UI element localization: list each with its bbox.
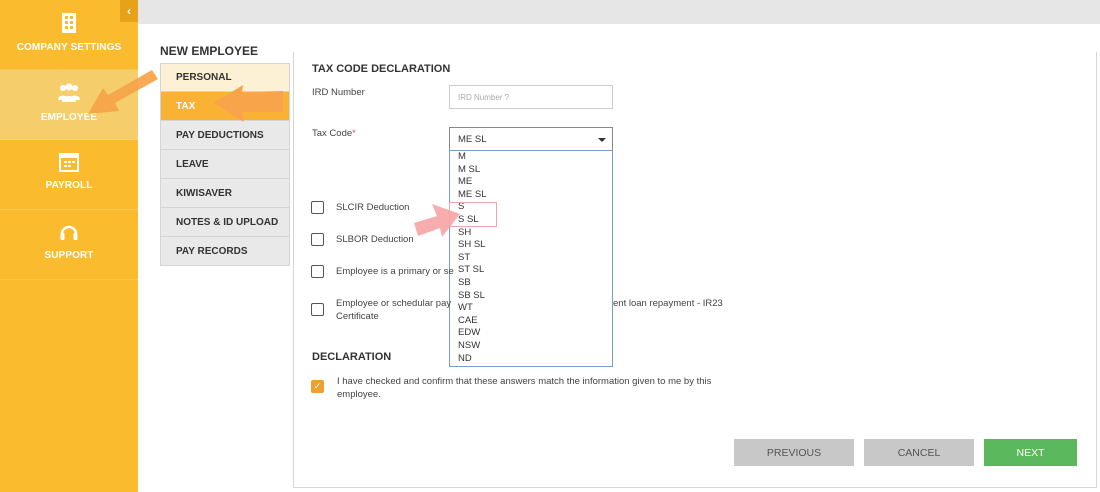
declaration-text-line2: employee. — [337, 389, 381, 400]
ird-number-input[interactable]: IRD Number ? — [449, 85, 613, 109]
sidebar-item-label: EMPLOYEE — [40, 112, 98, 123]
slcir-checkbox[interactable] — [311, 201, 324, 214]
tax-code-selected-value: ME SL — [458, 133, 487, 145]
dropdown-option[interactable]: SB SL — [450, 290, 612, 303]
dropdown-option[interactable]: ST — [450, 252, 612, 265]
slcir-label: SLCIR Deduction — [336, 202, 410, 213]
users-icon — [58, 83, 80, 102]
slbor-label: SLBOR Deduction — [336, 234, 414, 245]
sidebar-item-employee[interactable]: EMPLOYEE — [0, 70, 138, 140]
tab-tax[interactable]: TAX — [160, 92, 290, 121]
dropdown-option[interactable]: ST SL — [450, 264, 612, 277]
tax-code-select[interactable]: ME SL — [449, 127, 613, 151]
headset-icon — [60, 225, 78, 240]
dropdown-option[interactable]: S SL — [450, 214, 612, 227]
tab-kiwisaver[interactable]: KIWISAVER — [160, 179, 290, 208]
schedular-payment-label-line2: Certificate — [336, 311, 379, 322]
check-icon: ✓ — [313, 381, 322, 391]
page-title: NEW EMPLOYEE — [160, 44, 259, 58]
dropdown-option[interactable]: ME SL — [450, 189, 612, 202]
ird-number-placeholder: IRD Number ? — [458, 92, 510, 102]
dropdown-option[interactable]: WT — [450, 302, 612, 315]
dropdown-option[interactable]: EDW — [450, 327, 612, 340]
schedular-payment-label-line1: Employee or schedular pay — [336, 298, 452, 309]
sidebar-collapse-button[interactable]: ‹ — [120, 0, 138, 22]
sidebar-item-label: COMPANY SETTINGS — [16, 42, 122, 53]
next-button[interactable]: NEXT — [984, 439, 1077, 466]
sidebar-item-label: SUPPORT — [44, 250, 94, 261]
dropdown-option[interactable]: NSW — [450, 340, 612, 353]
dropdown-option[interactable]: ME — [450, 176, 612, 189]
primary-employee-label: Employee is a primary or se — [336, 266, 454, 277]
dropdown-option[interactable]: SH — [450, 227, 612, 240]
sidebar-item-support[interactable]: SUPPORT — [0, 210, 138, 280]
sidebar: COMPANY SETTINGS EMPLOYEE PAYROLL SUPPOR… — [0, 0, 138, 492]
sidebar-item-payroll[interactable]: PAYROLL — [0, 140, 138, 210]
sidebar-item-label: PAYROLL — [45, 180, 93, 191]
section-title-tax-code: TAX CODE DECLARATION — [312, 63, 451, 75]
schedular-payment-checkbox[interactable] — [311, 303, 324, 316]
dropdown-option[interactable]: M — [450, 151, 612, 164]
declaration-checkbox[interactable]: ✓ — [311, 380, 324, 393]
calendar-icon — [59, 153, 79, 172]
ird-number-label: IRD Number — [312, 87, 365, 98]
dropdown-option[interactable]: M SL — [450, 164, 612, 177]
cancel-button[interactable]: CANCEL — [864, 439, 974, 466]
tab-notes-id-upload[interactable]: NOTES & ID UPLOAD — [160, 208, 290, 237]
required-marker: * — [352, 128, 356, 139]
tab-pay-records[interactable]: PAY RECORDS — [160, 237, 290, 266]
dropdown-option[interactable]: ND — [450, 353, 612, 366]
previous-button[interactable]: PREVIOUS — [734, 439, 854, 466]
declaration-text-line1: I have checked and confirm that these an… — [337, 376, 712, 387]
section-title-declaration: DECLARATION — [312, 351, 392, 363]
building-icon — [62, 13, 76, 33]
tab-personal[interactable]: PERSONAL — [160, 63, 290, 92]
top-bar — [138, 0, 1100, 24]
sidebar-item-company-settings[interactable]: COMPANY SETTINGS — [0, 0, 138, 70]
tax-code-label: Tax Code* — [312, 128, 356, 139]
dropdown-option[interactable]: S — [450, 201, 612, 214]
primary-employee-checkbox[interactable] — [311, 265, 324, 278]
dropdown-option[interactable]: SB — [450, 277, 612, 290]
tax-code-dropdown: M M SL ME ME SL S S SL SH SH SL ST ST SL… — [449, 150, 613, 367]
tab-leave[interactable]: LEAVE — [160, 150, 290, 179]
schedular-payment-label-tail: ent loan repayment - IR23 — [613, 298, 723, 309]
chevron-left-icon: ‹ — [127, 4, 131, 18]
slbor-checkbox[interactable] — [311, 233, 324, 246]
tab-pay-deductions[interactable]: PAY DEDUCTIONS — [160, 121, 290, 150]
dropdown-option[interactable]: SH SL — [450, 239, 612, 252]
dropdown-option[interactable]: CAE — [450, 315, 612, 328]
employee-nav: PERSONAL TAX PAY DEDUCTIONS LEAVE KIWISA… — [160, 63, 290, 266]
caret-down-icon — [598, 138, 606, 142]
